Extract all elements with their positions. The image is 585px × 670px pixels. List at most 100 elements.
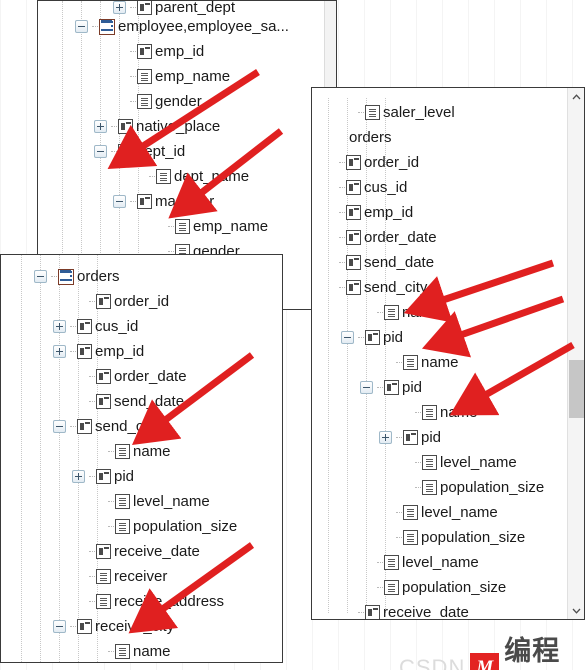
- tree-row-label: manager: [155, 193, 215, 210]
- orders-tree-panel[interactable]: orders order_id cus_id emp_id order_date send…: [0, 254, 283, 663]
- tree-row[interactable]: order_id: [322, 150, 566, 175]
- key-column-icon: [96, 394, 111, 409]
- tree-row[interactable]: native_place: [38, 114, 336, 139]
- tree-connector: [396, 537, 402, 538]
- tree-row[interactable]: send_city: [1, 414, 282, 439]
- orders-tree-list[interactable]: orders order_id cus_id emp_id order_date send…: [1, 255, 282, 662]
- field-column-icon: [403, 505, 418, 520]
- tree-row[interactable]: order_date: [1, 364, 282, 389]
- tree-row[interactable]: emp_name: [38, 64, 336, 89]
- tree-row-label: pid: [114, 468, 135, 485]
- tree-row[interactable]: level_name: [322, 550, 566, 575]
- tree-row[interactable]: population_size: [322, 575, 566, 600]
- expand-node-toggle[interactable]: [94, 120, 107, 133]
- tree-row[interactable]: population_size: [322, 525, 566, 550]
- tree-row[interactable]: employee,employee_sa...: [38, 14, 336, 39]
- tree-row[interactable]: manager: [38, 189, 336, 214]
- tree-row[interactable]: pid: [322, 425, 566, 450]
- tree-row[interactable]: send_date: [1, 389, 282, 414]
- tree-row[interactable]: receive_date: [1, 539, 282, 564]
- collapse-node-toggle[interactable]: [34, 270, 47, 283]
- expand-node-toggle[interactable]: [53, 345, 66, 358]
- tree-row[interactable]: cus_id: [1, 314, 282, 339]
- tree-connector: [339, 287, 345, 288]
- tree-row[interactable]: gender: [38, 89, 336, 114]
- collapse-node-toggle[interactable]: [94, 145, 107, 158]
- key-column-icon: [346, 230, 361, 245]
- collapse-node-toggle[interactable]: [360, 381, 373, 394]
- field-column-icon: [403, 530, 418, 545]
- collapse-node-toggle[interactable]: [75, 20, 88, 33]
- tree-row[interactable]: pid: [1, 464, 282, 489]
- key-column-icon: [403, 430, 418, 445]
- tree-row[interactable]: pid: [322, 325, 566, 350]
- tree-row[interactable]: name: [1, 439, 282, 464]
- tree-connector: [70, 426, 76, 427]
- key-column-icon: [384, 380, 399, 395]
- expand-node-toggle[interactable]: [113, 1, 126, 14]
- tree-row-label: orders: [77, 268, 120, 285]
- tree-row[interactable]: emp_id: [1, 339, 282, 364]
- tree-connector: [339, 137, 345, 138]
- table-icon: [58, 268, 74, 285]
- field-column-icon: [115, 444, 130, 459]
- tree-row[interactable]: orders: [322, 125, 566, 150]
- tree-row[interactable]: level_name: [322, 500, 566, 525]
- tree-row[interactable]: order_date: [322, 225, 566, 250]
- tree-row[interactable]: population_size: [322, 475, 566, 500]
- collapse-node-toggle[interactable]: [53, 620, 66, 633]
- orders-detail-tree-panel[interactable]: saler_level orders order_id cus_id emp_idord…: [311, 87, 585, 620]
- field-column-icon: [422, 480, 437, 495]
- collapse-node-toggle[interactable]: [341, 331, 354, 344]
- tree-row[interactable]: level_name: [1, 489, 282, 514]
- expand-node-toggle[interactable]: [53, 320, 66, 333]
- expand-node-toggle[interactable]: [72, 470, 85, 483]
- chevron-down-icon[interactable]: [568, 602, 584, 619]
- tree-connector: [339, 162, 345, 163]
- key-column-icon: [137, 194, 152, 209]
- tree-connector: [89, 476, 95, 477]
- tree-row-label: dept_id: [136, 143, 186, 160]
- collapse-node-toggle[interactable]: [113, 195, 126, 208]
- orders-detail-tree-list[interactable]: saler_level orders order_id cus_id emp_idord…: [312, 88, 566, 619]
- tree-connector: [358, 612, 364, 613]
- tree-row[interactable]: receive_date: [322, 600, 566, 619]
- tree-row[interactable]: receiver: [1, 564, 282, 589]
- right-scrollbar-thumb[interactable]: [569, 360, 584, 418]
- tree-row[interactable]: send_city: [322, 275, 566, 300]
- tree-row[interactable]: name: [322, 300, 566, 325]
- tree-row[interactable]: receive_city: [1, 614, 282, 639]
- tree-row[interactable]: population_size: [1, 514, 282, 539]
- key-column-icon: [77, 319, 92, 334]
- tree-row[interactable]: dept_name: [38, 164, 336, 189]
- field-column-icon: [384, 580, 399, 595]
- tree-row[interactable]: level_name: [322, 450, 566, 475]
- tree-row[interactable]: send_date: [322, 250, 566, 275]
- tree-row[interactable]: orders: [1, 264, 282, 289]
- key-column-icon: [77, 419, 92, 434]
- tree-row[interactable]: name: [322, 350, 566, 375]
- tree-row-label: population_size: [440, 479, 545, 496]
- key-column-icon: [118, 144, 133, 159]
- collapse-node-toggle[interactable]: [53, 420, 66, 433]
- tree-row[interactable]: dept_id: [38, 139, 336, 164]
- tree-row[interactable]: pid: [322, 375, 566, 400]
- chevron-up-icon[interactable]: [568, 88, 584, 105]
- tree-row-label: level_name: [402, 554, 479, 571]
- tree-row[interactable]: saler_level: [322, 100, 566, 125]
- tree-row[interactable]: order_id: [1, 289, 282, 314]
- tree-row[interactable]: name: [1, 639, 282, 662]
- tree-row[interactable]: emp_id: [322, 200, 566, 225]
- right-panel-scrollbar[interactable]: [567, 88, 584, 619]
- tree-row[interactable]: emp_name: [38, 214, 336, 239]
- tree-row-label: name: [133, 643, 171, 660]
- tree-row[interactable]: cus_id: [322, 175, 566, 200]
- tree-row[interactable]: emp_id: [38, 39, 336, 64]
- tree-connector: [130, 76, 136, 77]
- tree-row-label: order_date: [364, 229, 437, 246]
- tree-row[interactable]: parent_dept: [38, 1, 336, 15]
- expand-node-toggle[interactable]: [379, 431, 392, 444]
- tree-row[interactable]: name: [322, 400, 566, 425]
- tree-row[interactable]: receive_address: [1, 589, 282, 614]
- key-column-icon: [346, 205, 361, 220]
